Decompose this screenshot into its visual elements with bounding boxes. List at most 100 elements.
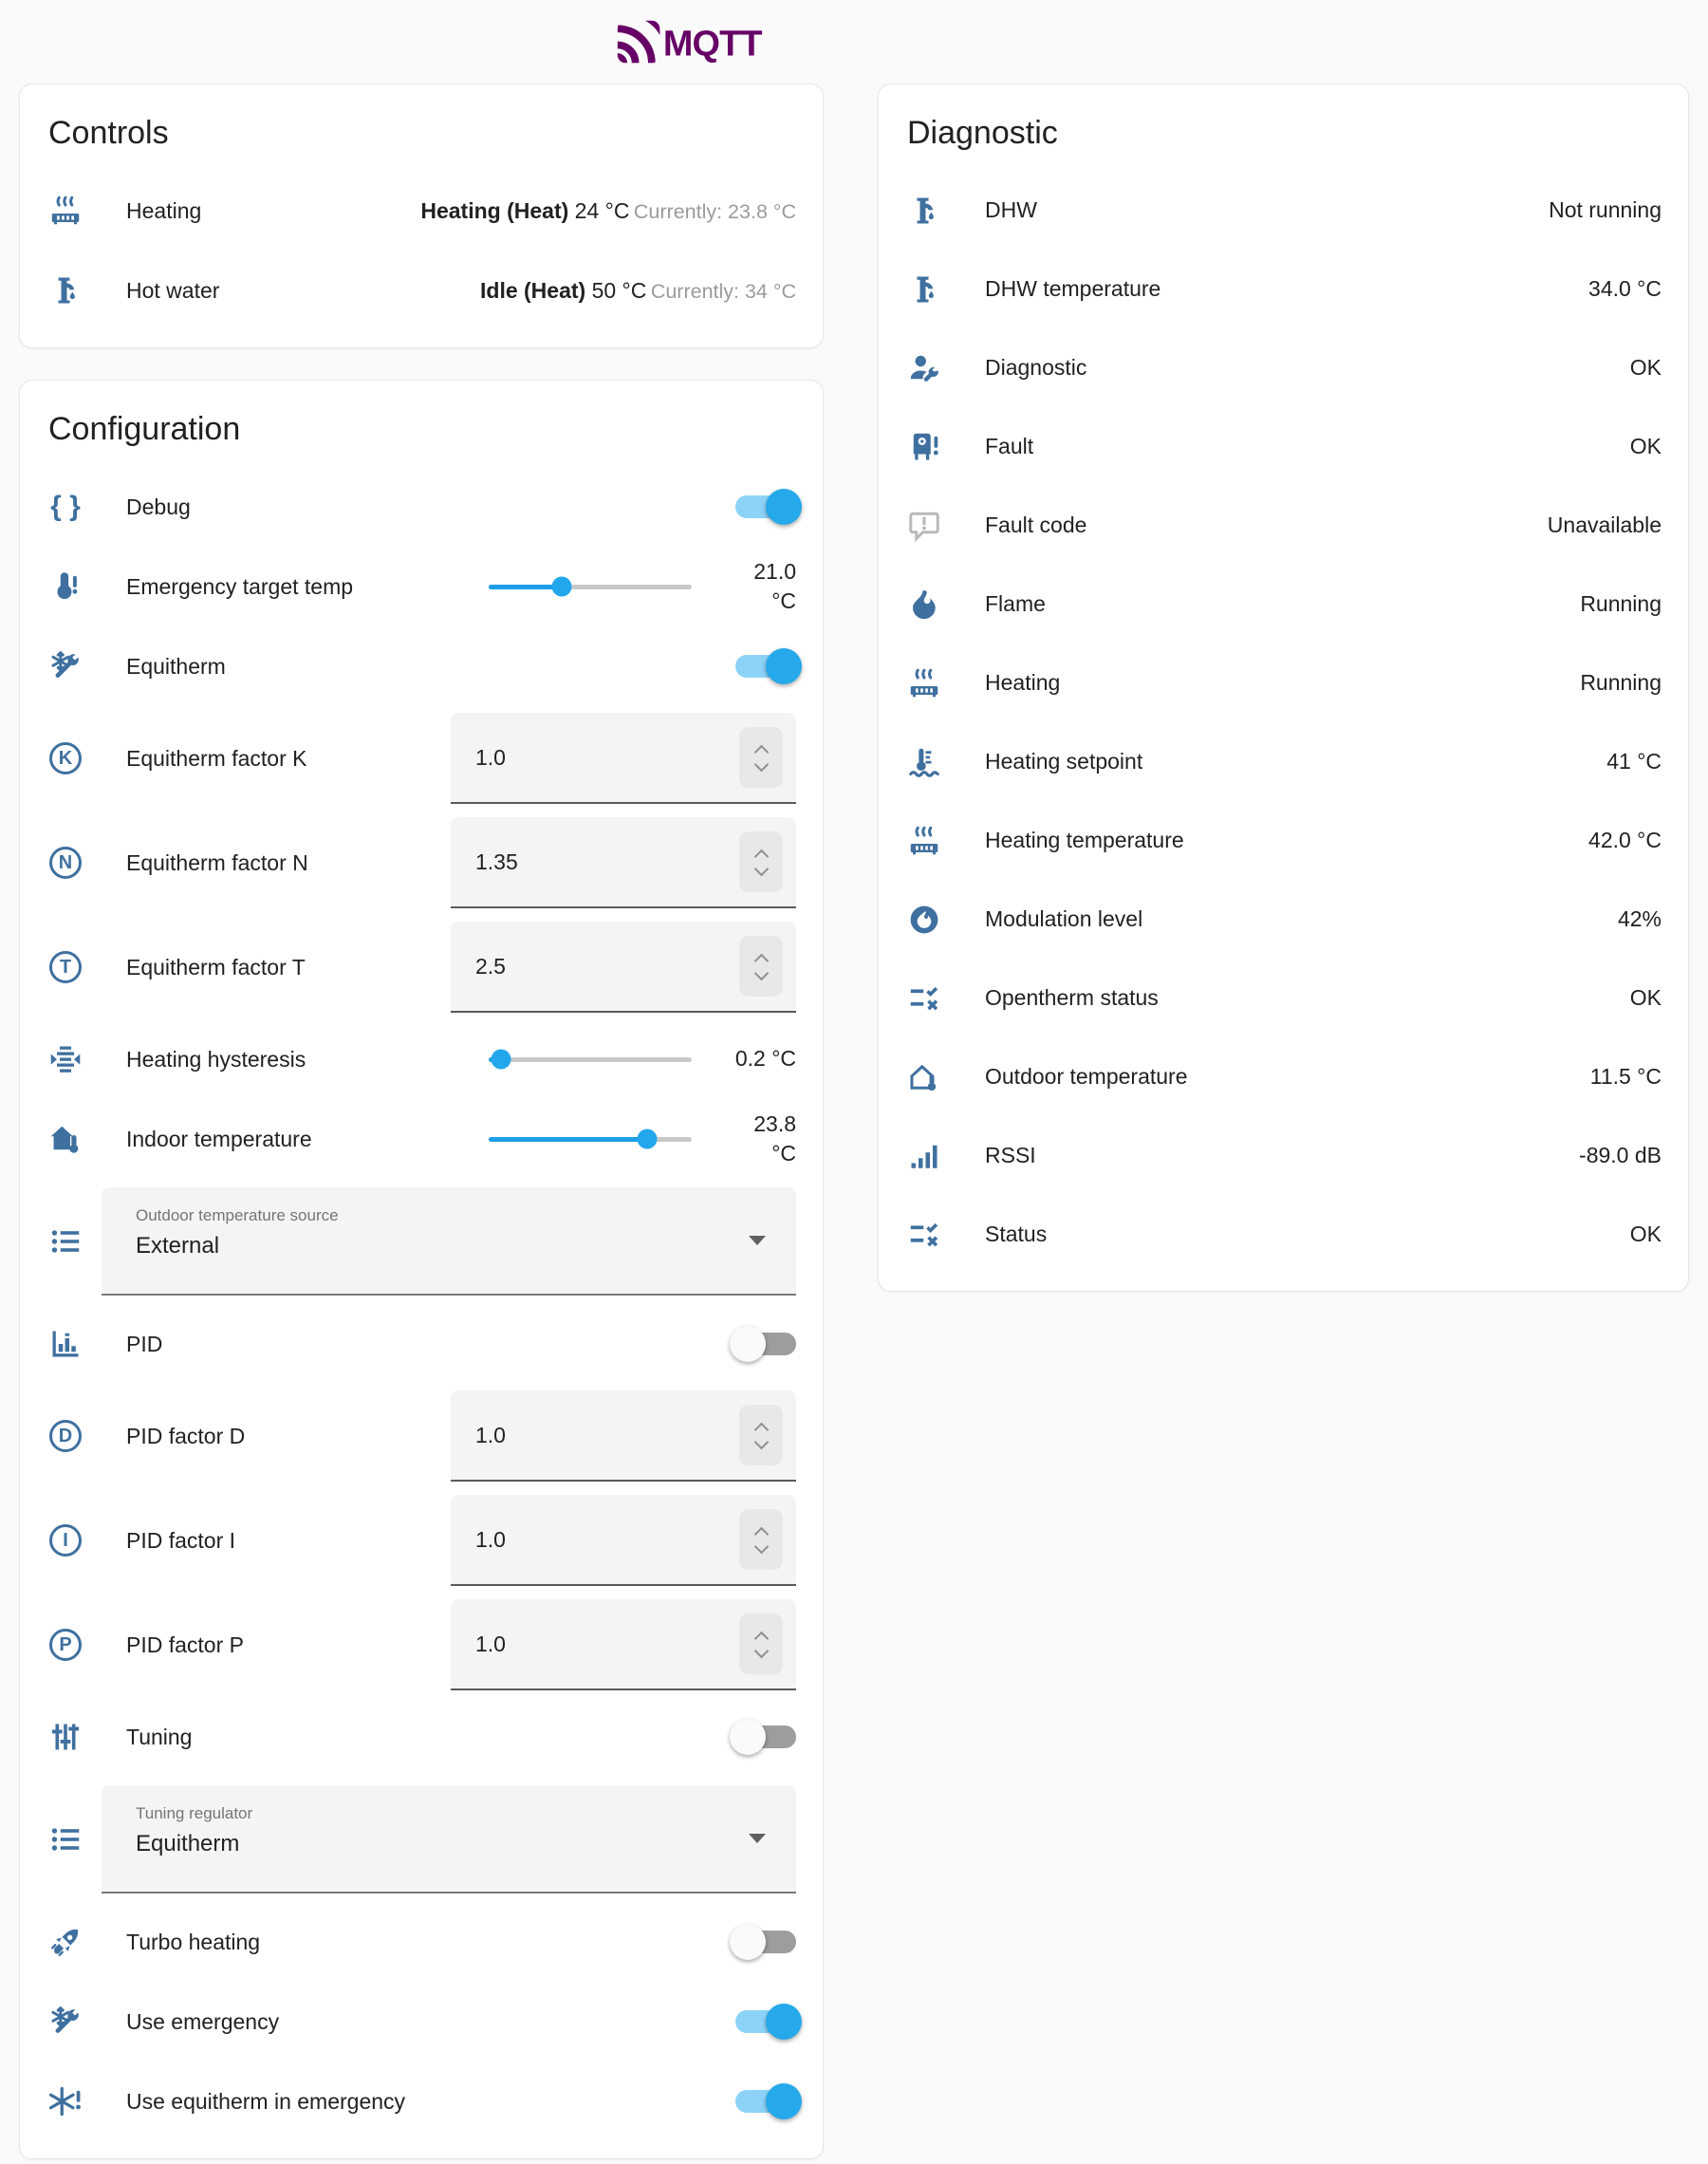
toggle-thumb[interactable] xyxy=(730,1719,766,1755)
diag-row-heating[interactable]: Heating Running xyxy=(879,644,1688,722)
stepper-down-icon[interactable] xyxy=(753,1435,769,1450)
diag-value: Running xyxy=(1580,670,1662,696)
equitherm-factor-t-input[interactable]: 2.5 xyxy=(451,922,796,1013)
water-tap-icon xyxy=(905,272,943,307)
slider-track[interactable] xyxy=(489,1057,692,1062)
tuning-toggle[interactable] xyxy=(735,1726,796,1748)
turbo-heating-toggle[interactable] xyxy=(735,1931,796,1953)
stepper-down-icon[interactable] xyxy=(753,1539,769,1555)
toggle-thumb[interactable] xyxy=(766,2004,802,2040)
pid-factor-p-input[interactable]: 1.0 xyxy=(451,1599,796,1690)
slider-knob[interactable] xyxy=(552,577,572,597)
emergency-target-temp-slider[interactable] xyxy=(489,585,692,589)
stepper-buttons[interactable] xyxy=(739,936,783,997)
letter-i-circle-icon: I xyxy=(46,1524,84,1557)
diag-label: Heating xyxy=(985,670,1060,696)
heating-hysteresis-slider[interactable] xyxy=(489,1057,692,1062)
tuning-regulator-select[interactable]: Tuning regulator Equitherm xyxy=(102,1785,796,1894)
config-row-heating-hysteresis: Heating hysteresis 0.2 °C xyxy=(20,1019,823,1099)
outdoor-temperature-source-select[interactable]: Outdoor temperature source External xyxy=(102,1187,796,1296)
config-row-equitherm-factor-n: N Equitherm factor N 1.35 xyxy=(20,811,823,915)
snowflake-wrench-icon xyxy=(46,649,84,683)
indoor-temperature-slider[interactable] xyxy=(489,1137,692,1142)
diag-row-fault[interactable]: Fault OK xyxy=(879,407,1688,486)
rocket-icon xyxy=(46,1925,84,1959)
config-label: Turbo heating xyxy=(126,1930,260,1955)
signal-icon xyxy=(905,1139,943,1173)
diagnostic-card: Diagnostic DHW Not running DHW temperatu… xyxy=(878,84,1689,1292)
equitherm-toggle[interactable] xyxy=(735,655,796,678)
debug-toggle[interactable] xyxy=(735,495,796,518)
config-label: PID factor P xyxy=(126,1632,244,1658)
stepper-down-icon[interactable] xyxy=(753,966,769,981)
diag-row-diagnostic[interactable]: Diagnostic OK xyxy=(879,328,1688,407)
diag-value: Unavailable xyxy=(1548,513,1662,538)
stepper-down-icon[interactable] xyxy=(753,862,769,877)
diag-row-modulation-level[interactable]: Modulation level 42% xyxy=(879,880,1688,959)
diag-row-status[interactable]: Status OK xyxy=(879,1195,1688,1274)
toggle-thumb[interactable] xyxy=(730,1326,766,1362)
config-label: Use equitherm in emergency xyxy=(126,2089,405,2115)
stepper-buttons[interactable] xyxy=(739,1509,783,1570)
diag-row-dhw[interactable]: DHW Not running xyxy=(879,171,1688,250)
config-row-turbo-heating: Turbo heating xyxy=(20,1902,823,1982)
use-equitherm-in-emergency-toggle[interactable] xyxy=(735,2090,796,2113)
pid-toggle[interactable] xyxy=(735,1333,796,1355)
equitherm-factor-n-input[interactable]: 1.35 xyxy=(451,817,796,908)
climate-current-temp: Currently: 34 °C xyxy=(651,280,796,303)
diag-value: 34.0 °C xyxy=(1588,276,1662,302)
diag-label: DHW temperature xyxy=(985,276,1160,302)
diagnostic-card-title: Diagnostic xyxy=(879,84,1688,171)
diag-value: -89.0 dB xyxy=(1579,1143,1662,1168)
list-status-icon xyxy=(905,1218,943,1252)
list-status-icon xyxy=(905,981,943,1016)
diag-row-fault-code[interactable]: Fault code Unavailable xyxy=(879,486,1688,565)
thermometer-alert-icon xyxy=(46,569,84,604)
code-braces-icon: { } xyxy=(46,490,84,524)
control-row-hot-water[interactable]: Hot water Idle (Heat) 50 °C Currently: 3… xyxy=(20,251,823,330)
config-label: Equitherm factor T xyxy=(126,955,306,980)
slider-knob[interactable] xyxy=(491,1050,511,1070)
diag-row-heating-temperature[interactable]: Heating temperature 42.0 °C xyxy=(879,801,1688,880)
diag-label: Flame xyxy=(985,591,1046,617)
config-row-use-emergency: Use emergency xyxy=(20,1982,823,2061)
diag-row-opentherm-status[interactable]: Opentherm status OK xyxy=(879,959,1688,1037)
snowflake-alert-icon xyxy=(46,2084,84,2118)
climate-state: Idle (Heat) 50 °C Currently: 34 °C xyxy=(480,275,796,306)
diag-row-outdoor-temperature[interactable]: Outdoor temperature 11.5 °C xyxy=(879,1037,1688,1116)
stepper-down-icon[interactable] xyxy=(753,757,769,773)
toggle-thumb[interactable] xyxy=(766,489,802,525)
mqtt-logo-text: MQTT xyxy=(663,25,762,65)
toggle-thumb[interactable] xyxy=(730,1924,766,1960)
control-row-heating[interactable]: Heating Heating (Heat) 24 °C Currently: … xyxy=(20,171,823,251)
toggle-thumb[interactable] xyxy=(766,648,802,684)
use-emergency-toggle[interactable] xyxy=(735,2010,796,2033)
stepper-buttons[interactable] xyxy=(739,831,783,892)
letter-d-circle-icon: D xyxy=(46,1420,84,1452)
toggle-thumb[interactable] xyxy=(766,2083,802,2119)
diag-label: Fault xyxy=(985,434,1033,459)
diag-label: Heating temperature xyxy=(985,828,1184,853)
stepper-buttons[interactable] xyxy=(739,1405,783,1465)
config-label: PID factor I xyxy=(126,1528,235,1554)
letter-k-circle-icon: K xyxy=(46,742,84,774)
water-tap-icon xyxy=(905,194,943,228)
diag-value: 42.0 °C xyxy=(1588,828,1662,853)
stepper-buttons[interactable] xyxy=(739,727,783,788)
diag-row-rssi[interactable]: RSSI -89.0 dB xyxy=(879,1116,1688,1195)
climate-target-temp: 50 °C xyxy=(585,278,646,303)
page-header: MQTT xyxy=(0,0,1395,84)
diag-value: OK xyxy=(1630,355,1662,381)
config-label: Equitherm factor K xyxy=(126,746,306,772)
stepper-down-icon[interactable] xyxy=(753,1644,769,1659)
stepper-buttons[interactable] xyxy=(739,1614,783,1674)
diag-row-heating-setpoint[interactable]: Heating setpoint 41 °C xyxy=(879,722,1688,801)
config-row-equitherm: Equitherm xyxy=(20,626,823,706)
pid-factor-i-input[interactable]: 1.0 xyxy=(451,1495,796,1586)
config-label: Tuning xyxy=(126,1725,192,1750)
equitherm-factor-k-input[interactable]: 1.0 xyxy=(451,713,796,804)
slider-knob[interactable] xyxy=(637,1129,657,1149)
diag-row-dhw-temperature[interactable]: DHW temperature 34.0 °C xyxy=(879,250,1688,328)
diag-row-flame[interactable]: Flame Running xyxy=(879,565,1688,644)
pid-factor-d-input[interactable]: 1.0 xyxy=(451,1390,796,1482)
